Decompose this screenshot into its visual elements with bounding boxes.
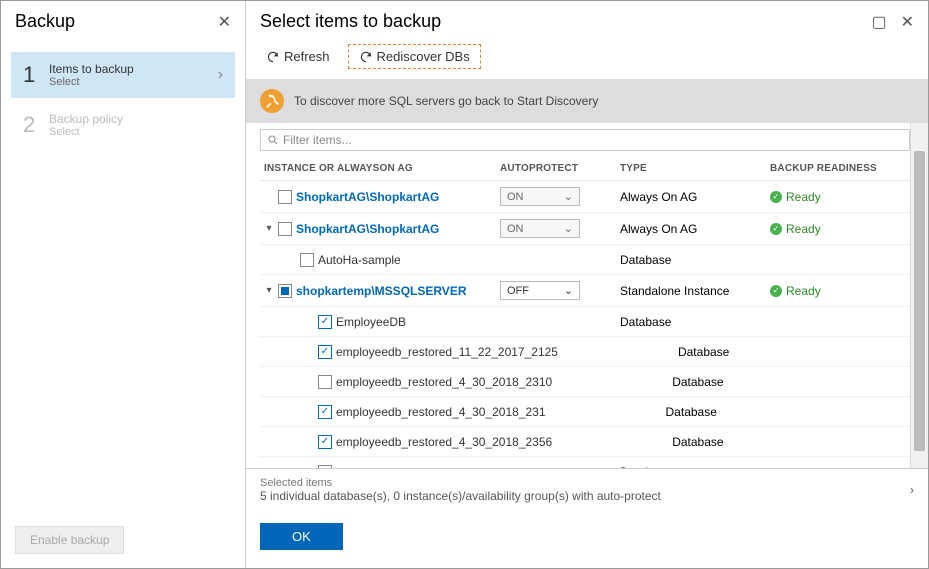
row-label: ShopkartAG\ShopkartAG <box>296 222 439 236</box>
table-header: INSTANCE OR ALWAYSON AG AUTOPROTECT TYPE… <box>260 157 910 181</box>
right-title: Select items to backup <box>260 11 441 32</box>
autoprotect-dropdown[interactable]: ON⌄ <box>500 187 580 206</box>
checkbox[interactable]: ✓ <box>318 315 332 329</box>
table-row[interactable]: ✓ employeedb_restored_4_30_2018_231 Databa… <box>260 397 910 427</box>
readiness-badge: ✓Ready <box>770 222 910 236</box>
table-row[interactable]: ▾ ShopkartAG\ShopkartAG ON⌄ Always On AG✓Re… <box>260 213 910 245</box>
refresh-label: Refresh <box>284 49 330 64</box>
row-label: shopkartemp\MSSQLSERVER <box>296 284 466 298</box>
select-items-panel: Select items to backup ▢ ✕ Refresh Redis… <box>246 1 928 568</box>
autoprotect-dropdown[interactable]: ON⌄ <box>500 219 580 238</box>
row-type: Always On AG <box>620 222 770 236</box>
enable-backup-button[interactable]: Enable backup <box>15 526 124 554</box>
step-number: 1 <box>23 62 49 88</box>
step-title: Backup policy <box>49 112 223 126</box>
table-row[interactable]: ✓ employeedb_restored_11_22_2017_2125 Data… <box>260 337 910 367</box>
chevron-down-icon: ⌄ <box>564 222 573 235</box>
filter-placeholder: Filter items... <box>283 133 352 147</box>
filter-input[interactable]: Filter items... <box>260 129 910 151</box>
selected-items-summary[interactable]: Selected items 5 individual database(s),… <box>246 468 928 511</box>
checkbox[interactable] <box>318 375 332 389</box>
table-row[interactable]: ShopkartAG\ShopkartAG ON⌄ Always On AG✓Rea… <box>260 181 910 213</box>
checkbox[interactable]: ✓ <box>318 345 332 359</box>
step-backup-policy[interactable]: 2 Backup policy Select <box>11 102 235 148</box>
check-circle-icon: ✓ <box>770 223 782 235</box>
row-label: employeedb_restored_4_30_2018_2310 <box>336 375 552 389</box>
rediscover-dbs-button[interactable]: Rediscover DBs <box>348 44 481 69</box>
expand-caret-icon[interactable]: ▾ <box>264 223 274 234</box>
readiness-badge: ✓Ready <box>770 284 910 298</box>
rediscover-label: Rediscover DBs <box>377 49 470 64</box>
row-type: Database <box>678 345 828 359</box>
table-row[interactable]: employeedb_restored_4_30_2018_2310 Databa… <box>260 367 910 397</box>
step-subtitle: Select <box>49 126 223 138</box>
info-text: To discover more SQL servers go back to … <box>294 94 598 108</box>
refresh-icon <box>359 50 373 64</box>
chevron-down-icon: ⌄ <box>564 284 573 297</box>
refresh-icon <box>266 50 280 64</box>
row-type: Database <box>666 405 816 419</box>
step-subtitle: Select <box>49 76 218 88</box>
header-instance[interactable]: INSTANCE OR ALWAYSON AG <box>260 163 500 174</box>
row-type: Database <box>620 315 770 329</box>
step-items-to-backup[interactable]: 1 Items to backup Select › <box>11 52 235 98</box>
row-type: Always On AG <box>620 190 770 204</box>
checkbox[interactable]: ✓ <box>318 405 332 419</box>
table-row[interactable]: masterDatabase <box>260 457 910 468</box>
backup-left-panel: Backup ✕ 1 Items to backup Select › 2 Ba… <box>1 1 246 568</box>
left-title: Backup <box>15 11 75 32</box>
row-type: Standalone Instance <box>620 284 770 298</box>
autoprotect-dropdown[interactable]: OFF⌄ <box>500 281 580 300</box>
search-icon <box>267 134 279 146</box>
summary-label: Selected items <box>260 477 661 489</box>
checkbox[interactable] <box>278 284 292 298</box>
left-header: Backup ✕ <box>1 1 245 42</box>
right-header: Select items to backup ▢ ✕ <box>246 1 928 38</box>
row-type: Database <box>672 435 822 449</box>
close-icon[interactable]: ✕ <box>218 12 231 32</box>
summary-text: 5 individual database(s), 0 instance(s)/… <box>260 489 661 503</box>
step-title: Items to backup <box>49 62 218 76</box>
chevron-down-icon: ⌄ <box>564 190 573 203</box>
table-row[interactable]: AutoHa-sample Database <box>260 245 910 275</box>
check-circle-icon: ✓ <box>770 191 782 203</box>
tools-icon <box>260 89 284 113</box>
header-readiness[interactable]: BACKUP READINESS <box>770 163 910 174</box>
row-label: EmployeeDB <box>336 315 406 329</box>
close-icon[interactable]: ✕ <box>901 12 914 32</box>
row-type: Database <box>620 253 770 267</box>
refresh-button[interactable]: Refresh <box>260 45 336 68</box>
row-label: ShopkartAG\ShopkartAG <box>296 190 439 204</box>
checkbox[interactable]: ✓ <box>318 435 332 449</box>
checkbox[interactable] <box>278 190 292 204</box>
step-number: 2 <box>23 112 49 138</box>
vertical-scrollbar[interactable] <box>910 123 928 468</box>
table-row[interactable]: ✓ employeedb_restored_4_30_2018_2356 Datab… <box>260 427 910 457</box>
checkbox[interactable] <box>300 253 314 267</box>
chevron-right-icon: › <box>218 66 223 84</box>
readiness-badge: ✓Ready <box>770 190 910 204</box>
header-type[interactable]: TYPE <box>620 163 770 174</box>
row-label: employeedb_restored_4_30_2018_2356 <box>336 435 552 449</box>
checkbox[interactable] <box>278 222 292 236</box>
header-autoprotect[interactable]: AUTOPROTECT <box>500 163 620 174</box>
table-row[interactable]: ▾ shopkartemp\MSSQLSERVER OFF⌄ Standalone I… <box>260 275 910 307</box>
maximize-icon[interactable]: ▢ <box>871 12 886 32</box>
row-label: employeedb_restored_11_22_2017_2125 <box>336 345 558 359</box>
info-bar: To discover more SQL servers go back to … <box>246 79 928 123</box>
ok-button[interactable]: OK <box>260 523 343 550</box>
chevron-right-icon: › <box>910 483 914 497</box>
row-type: Database <box>672 375 822 389</box>
row-label: employeedb_restored_4_30_2018_231 <box>336 405 546 419</box>
check-circle-icon: ✓ <box>770 285 782 297</box>
row-label: AutoHa-sample <box>318 253 401 267</box>
expand-caret-icon[interactable]: ▾ <box>264 285 274 296</box>
table-row[interactable]: ✓ EmployeeDB Database <box>260 307 910 337</box>
